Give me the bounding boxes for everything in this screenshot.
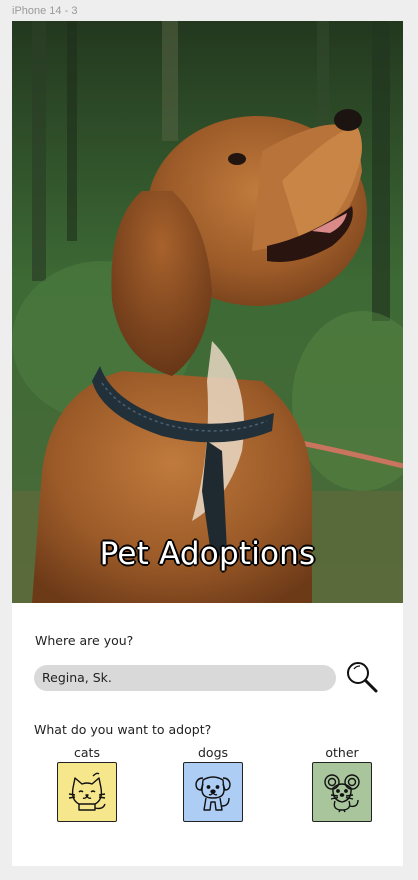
location-question: Where are you? [35, 633, 134, 648]
pet-tile-cats[interactable] [57, 762, 117, 822]
pet-option-label: cats [74, 745, 100, 760]
pet-option-cats[interactable]: cats [52, 745, 122, 822]
search-icon [347, 662, 378, 693]
adopt-question: What do you want to adopt? [34, 722, 212, 737]
dog-icon [195, 776, 231, 811]
hero-title: Pet Adoptions [99, 536, 316, 572]
cat-icon [68, 772, 106, 811]
hero-image: Pet Adoptions [12, 21, 403, 603]
pet-tile-other[interactable] [312, 762, 372, 822]
pet-tile-dogs[interactable] [183, 762, 243, 822]
pet-option-dogs[interactable]: dogs [178, 745, 248, 822]
dog-photo [12, 21, 403, 603]
search-button[interactable] [345, 660, 379, 694]
pet-option-other[interactable]: other [307, 745, 377, 822]
pet-option-label: dogs [197, 745, 229, 760]
pet-option-label: other [325, 745, 359, 760]
mouse-icon [324, 774, 360, 813]
location-input[interactable] [34, 665, 336, 691]
frame-label: iPhone 14 - 3 [12, 5, 78, 17]
phone-screen: Pet Adoptions Where are you? What do you… [12, 21, 403, 866]
